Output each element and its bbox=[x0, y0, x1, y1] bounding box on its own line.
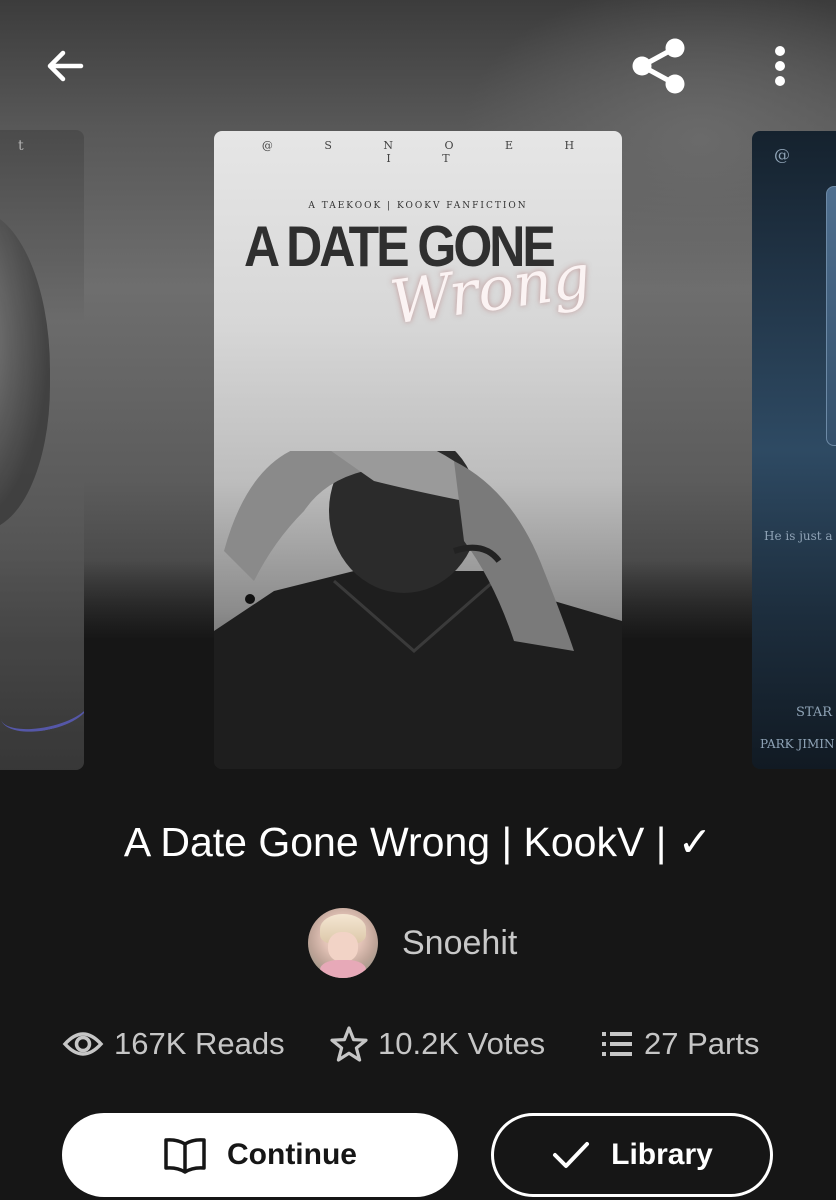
eye-icon bbox=[62, 1032, 104, 1056]
arrow-left-icon bbox=[47, 50, 84, 82]
cover-previous[interactable]: t bbox=[0, 130, 84, 770]
cover-author-text: @ S N O E H I T bbox=[261, 139, 599, 165]
reads-count: 167K Reads bbox=[114, 1026, 285, 1061]
cover-next-corner-text: @ bbox=[774, 145, 790, 164]
cover-next[interactable]: @ He is just a STAR PARK JIMIN | bbox=[752, 131, 836, 769]
stat-parts: 27 Parts bbox=[600, 1020, 759, 1068]
cover-next-line3: PARK JIMIN | bbox=[760, 737, 836, 751]
check-icon bbox=[553, 1142, 590, 1168]
author-link[interactable]: Snoehit bbox=[308, 908, 517, 978]
parts-count: 27 Parts bbox=[644, 1026, 760, 1061]
book-title: A Date Gone Wrong | KookV | ✓ bbox=[123, 819, 713, 865]
continue-label: Continue bbox=[227, 1138, 357, 1171]
cover-person-illustration bbox=[214, 451, 622, 769]
continue-button[interactable]: Continue bbox=[62, 1113, 458, 1197]
more-options-button[interactable] bbox=[752, 34, 808, 98]
cover-previous-text: t bbox=[18, 138, 24, 154]
top-bar bbox=[0, 0, 836, 130]
cover-next-line1: He is just a bbox=[764, 529, 833, 543]
share-button[interactable] bbox=[622, 30, 696, 102]
stat-reads: 167K Reads bbox=[62, 1020, 285, 1068]
library-label: Library bbox=[611, 1138, 713, 1171]
share-icon bbox=[632, 38, 685, 94]
cover-previous-art bbox=[0, 210, 50, 530]
cover-tagline: A TAEKOOK | KOOKV FANFICTION bbox=[308, 201, 528, 211]
author-name[interactable]: Snoehit bbox=[402, 924, 517, 963]
back-button[interactable] bbox=[30, 34, 100, 98]
cover-previous-scribble bbox=[0, 681, 84, 739]
avatar[interactable] bbox=[308, 908, 378, 978]
stat-votes: 10.2K Votes bbox=[330, 1020, 545, 1068]
cover-next-line2: STAR bbox=[796, 705, 833, 720]
cover-current[interactable]: @ S N O E H I T A TAEKOOK | KOOKV FANFIC… bbox=[214, 131, 622, 769]
cover-next-panel bbox=[826, 186, 836, 446]
book-open-icon bbox=[164, 1138, 206, 1174]
more-vertical-icon bbox=[775, 46, 785, 86]
star-icon bbox=[330, 1026, 368, 1062]
votes-count: 10.2K Votes bbox=[378, 1026, 546, 1061]
list-icon bbox=[602, 1032, 632, 1056]
library-button[interactable]: Library bbox=[491, 1113, 773, 1197]
story-stats: 167K Reads 10.2K Votes 27 Parts bbox=[0, 1020, 836, 1068]
